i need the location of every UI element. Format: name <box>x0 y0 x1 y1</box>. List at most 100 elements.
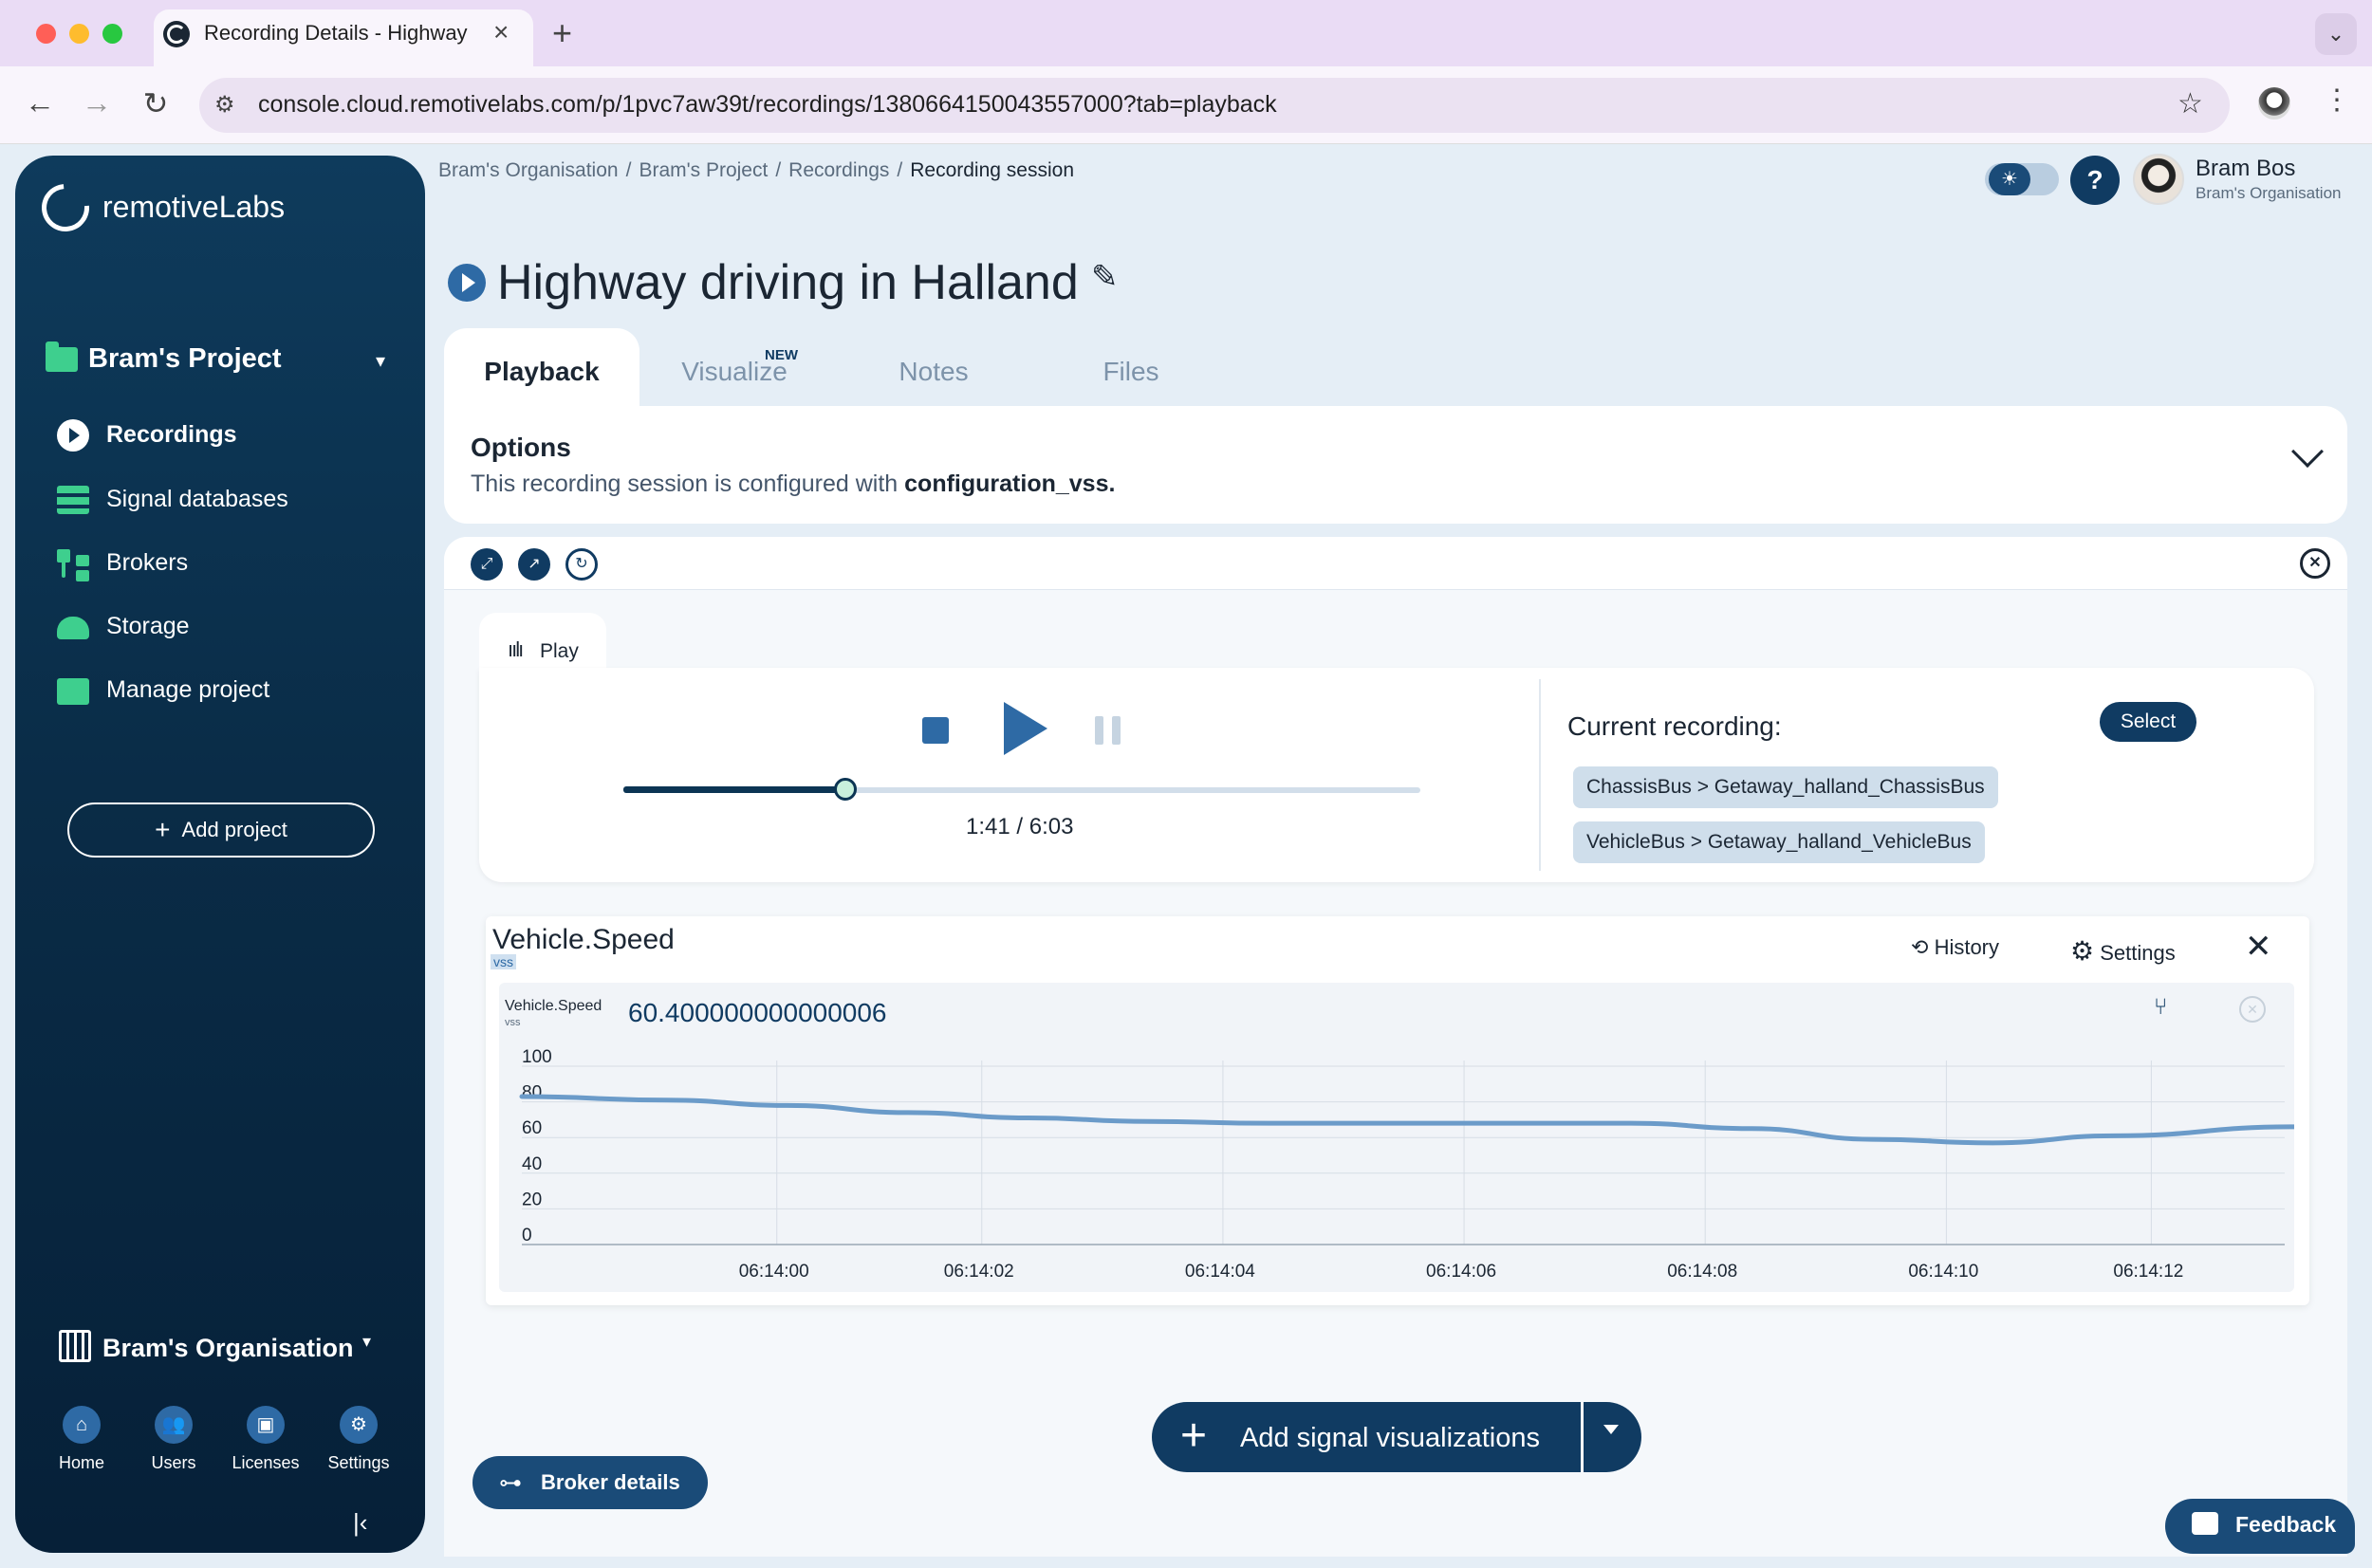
caret-down-icon[interactable]: ▾ <box>362 1332 371 1352</box>
collapse-sidebar-icon[interactable]: |‹ <box>353 1508 367 1538</box>
sidebar-item-signal-databases[interactable]: Signal databases <box>57 482 398 520</box>
options-description: This recording session is configured wit… <box>471 470 1115 498</box>
options-description-text: This recording session is configured wit… <box>471 470 905 497</box>
plus-icon: + <box>1180 1411 1208 1461</box>
y-tick-label: 60 <box>522 1118 542 1138</box>
tab-playback[interactable]: Playback <box>444 328 639 406</box>
browser-profile-avatar[interactable] <box>2258 87 2290 120</box>
tab-visualize[interactable]: Visualize <box>655 328 814 406</box>
chevron-down-icon[interactable]: ⌄ <box>2315 13 2357 55</box>
refresh-icon[interactable]: ↻ <box>565 548 598 581</box>
license-icon: ▣ <box>247 1406 285 1444</box>
hierarchy-icon: ⊶ <box>499 1470 522 1496</box>
caret-down-icon[interactable]: ▾ <box>376 349 385 373</box>
settings-label: Settings <box>2100 941 2176 965</box>
project-selector[interactable]: Bram's Project <box>88 343 282 375</box>
stop-button[interactable] <box>922 717 949 744</box>
expand-icon[interactable]: ⤢ <box>471 548 503 581</box>
back-arrow-icon[interactable]: ← <box>21 85 59 120</box>
x-tick-label: 06:14:06 <box>1426 1262 1496 1282</box>
panel-toolbar <box>444 537 2347 590</box>
chat-icon <box>2192 1512 2218 1535</box>
bottom-nav-label: Licenses <box>232 1453 300 1472</box>
chart-series-name: Vehicle.Speed <box>505 998 602 1014</box>
sidebar-item-label: Brokers <box>106 549 189 576</box>
forward-arrow-icon[interactable]: → <box>78 85 116 120</box>
chart-series-tag: vss <box>505 1017 521 1028</box>
bottom-nav-settings[interactable]: ⚙ Settings <box>321 1406 397 1473</box>
bottom-nav-users[interactable]: 👥 Users <box>136 1406 212 1473</box>
organisation-selector[interactable]: Bram's Organisation <box>102 1334 354 1363</box>
breadcrumb-link[interactable]: Bram's Organisation <box>438 159 619 181</box>
bottom-nav-home[interactable]: ⌂ Home <box>44 1406 120 1473</box>
gear-icon: ⚙ <box>340 1406 378 1444</box>
signal-title: Vehicle.Speed <box>492 924 675 955</box>
tab-files[interactable]: Files <box>1051 328 1211 406</box>
play-button[interactable] <box>1004 702 1047 755</box>
help-button[interactable]: ? <box>2070 156 2120 205</box>
sidebar-item-label: Recordings <box>106 421 237 448</box>
split-divider <box>1581 1402 1584 1472</box>
play-tab-label: Play <box>540 640 579 662</box>
y-tick-label: 20 <box>522 1190 542 1209</box>
users-icon: 👥 <box>155 1406 193 1444</box>
options-panel[interactable] <box>444 406 2347 524</box>
database-icon <box>57 486 89 514</box>
new-badge: NEW <box>765 347 798 363</box>
caret-down-icon[interactable] <box>1603 1425 1619 1434</box>
divider <box>1539 679 1541 871</box>
bottom-nav-licenses[interactable]: ▣ Licenses <box>228 1406 304 1473</box>
hierarchy-icon <box>57 547 89 581</box>
sidebar-item-storage[interactable]: Storage <box>57 609 398 647</box>
sidebar-item-label: Storage <box>106 613 190 639</box>
reload-icon[interactable]: ↻ <box>137 85 175 121</box>
remove-series-icon[interactable]: ✕ <box>2239 996 2266 1023</box>
url-text[interactable]: console.cloud.remotivelabs.com/p/1pvc7aw… <box>258 91 1277 119</box>
add-signal-label: Add signal visualizations <box>1240 1423 1540 1453</box>
x-tick-label: 06:14:00 <box>739 1262 809 1282</box>
settings-button[interactable]: ⚙ Settings <box>2070 935 2176 967</box>
speed-series-line <box>519 1094 2294 1146</box>
close-panel-icon[interactable]: ✕ <box>2300 548 2330 579</box>
pause-button[interactable] <box>1095 716 1123 745</box>
bottom-nav-label: Home <box>58 1453 104 1472</box>
minimize-window-button[interactable] <box>69 24 89 44</box>
new-tab-icon[interactable]: + <box>552 13 572 53</box>
avatar[interactable] <box>2133 154 2184 205</box>
sidebar-item-brokers[interactable]: Brokers <box>57 545 398 583</box>
breadcrumb-link[interactable]: Bram's Project <box>639 159 768 181</box>
maximize-window-button[interactable] <box>102 24 122 44</box>
close-icon[interactable]: ✕ <box>2245 928 2272 966</box>
x-tick-label: 06:14:08 <box>1667 1262 1737 1282</box>
sidebar-item-manage-project[interactable]: Manage project <box>57 673 398 710</box>
gear-icon: ⚙ <box>2070 936 2095 966</box>
close-tab-icon[interactable]: × <box>493 17 509 47</box>
seek-handle[interactable] <box>833 778 857 801</box>
breadcrumb-current: Recording session <box>910 159 1074 181</box>
close-window-button[interactable] <box>36 24 56 44</box>
pencil-edit-icon[interactable]: ✎ <box>1091 258 1119 296</box>
open-external-icon[interactable]: ↗ <box>518 548 550 581</box>
sun-icon[interactable]: ☀ <box>1989 163 2030 195</box>
breadcrumb: Bram's Organisation / Bram's Project / Recor… <box>438 159 1074 181</box>
more-vertical-icon[interactable]: ⋮ <box>2323 83 2351 117</box>
folder-user-icon <box>57 678 89 705</box>
brand-name: remotiveLabs <box>102 190 286 224</box>
breadcrumb-link[interactable]: Recordings <box>788 159 889 181</box>
fork-icon[interactable]: ⑂ <box>2154 994 2167 1021</box>
bottom-nav-label: Settings <box>327 1453 390 1472</box>
sidebar-item-recordings[interactable]: Recordings <box>57 417 398 455</box>
add-project-button[interactable]: + Add project <box>67 802 375 858</box>
playback-card <box>479 668 2314 882</box>
tab-notes[interactable]: Notes <box>854 328 1013 406</box>
bottom-nav-label: Users <box>151 1453 196 1472</box>
current-recording-label: Current recording: <box>1567 711 1782 741</box>
user-name[interactable]: Bram Bos <box>2196 156 2295 182</box>
site-settings-icon[interactable]: ⚙ <box>214 91 235 119</box>
y-tick-label: 80 <box>522 1083 542 1103</box>
select-recording-button[interactable]: Select <box>2100 702 2196 742</box>
page-title: Highway driving in Halland <box>497 255 1079 310</box>
history-button[interactable]: ⟲ History <box>1911 935 1999 960</box>
recording-chip: VehicleBus > Getaway_halland_VehicleBus <box>1573 821 1985 863</box>
bookmark-star-icon[interactable]: ☆ <box>2177 87 2203 120</box>
